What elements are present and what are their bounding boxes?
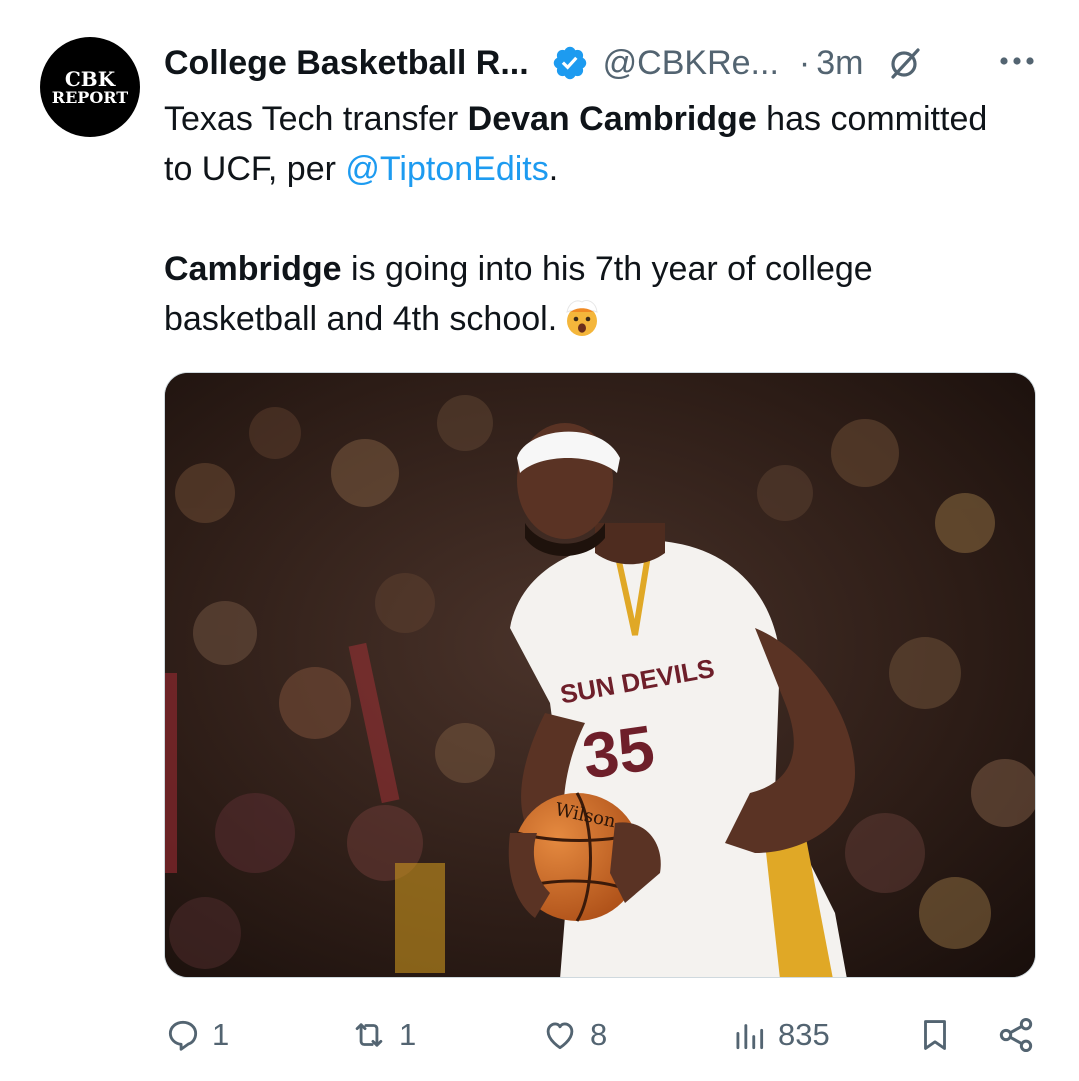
- reply-icon: [168, 1020, 198, 1051]
- tweet-photo[interactable]: SUN DEVILS 35 Wilson: [164, 372, 1036, 978]
- tweet-paragraph-2: Cambridge is going into his 7th year of …: [164, 244, 1024, 344]
- avatar[interactable]: CBK REPORT: [40, 37, 140, 137]
- verified-badge-icon: [553, 46, 586, 80]
- tweet-paragraph-1: Texas Tech transfer Devan Cambridge has …: [164, 94, 1024, 194]
- player-photo-illustration: SUN DEVILS 35 Wilson: [165, 373, 1035, 977]
- like-count: 8: [590, 1017, 608, 1052]
- tweet-text: Texas Tech transfer Devan Cambridge has …: [164, 94, 1024, 344]
- jersey-number: 35: [578, 711, 659, 792]
- like-button[interactable]: 8: [540, 1010, 607, 1060]
- tweet-actions: 1 1 8 835: [164, 1010, 1044, 1060]
- views-button[interactable]: 835: [730, 1010, 830, 1060]
- bold-name: Devan Cambridge: [467, 100, 757, 138]
- bold-name: Cambridge: [164, 250, 342, 288]
- tweet-header: College Basketball R... @CBKRe... · 3m: [164, 38, 1044, 88]
- repost-count: 1: [399, 1017, 417, 1052]
- view-count: 835: [778, 1017, 830, 1052]
- repost-icon: [355, 1023, 383, 1047]
- bookmark-button[interactable]: [916, 1010, 954, 1060]
- exploding-head-emoji-icon: [566, 299, 598, 336]
- heart-icon: [546, 1022, 574, 1050]
- handle[interactable]: @CBKRe...: [603, 44, 779, 83]
- separator-dot: ·: [798, 43, 811, 82]
- bookmark-icon: [924, 1020, 946, 1050]
- avatar-text-report: REPORT: [51, 87, 129, 107]
- more-options-icon[interactable]: [997, 54, 1037, 68]
- text-segment: .: [548, 150, 559, 188]
- avatar-text-cbk: CBK: [64, 66, 116, 91]
- views-chart-icon: [736, 1024, 764, 1050]
- text-segment: Texas Tech transfer: [164, 100, 468, 138]
- reply-count: 1: [212, 1017, 230, 1052]
- mention-link[interactable]: @TiptonEdits: [345, 150, 548, 188]
- display-name[interactable]: College Basketball R...: [164, 44, 529, 83]
- share-button[interactable]: [996, 1010, 1036, 1060]
- timestamp[interactable]: 3m: [816, 44, 863, 83]
- share-icon: [999, 1018, 1033, 1052]
- reply-button[interactable]: 1: [164, 1010, 229, 1060]
- repost-button[interactable]: 1: [349, 1010, 416, 1060]
- grok-icon[interactable]: [885, 43, 925, 83]
